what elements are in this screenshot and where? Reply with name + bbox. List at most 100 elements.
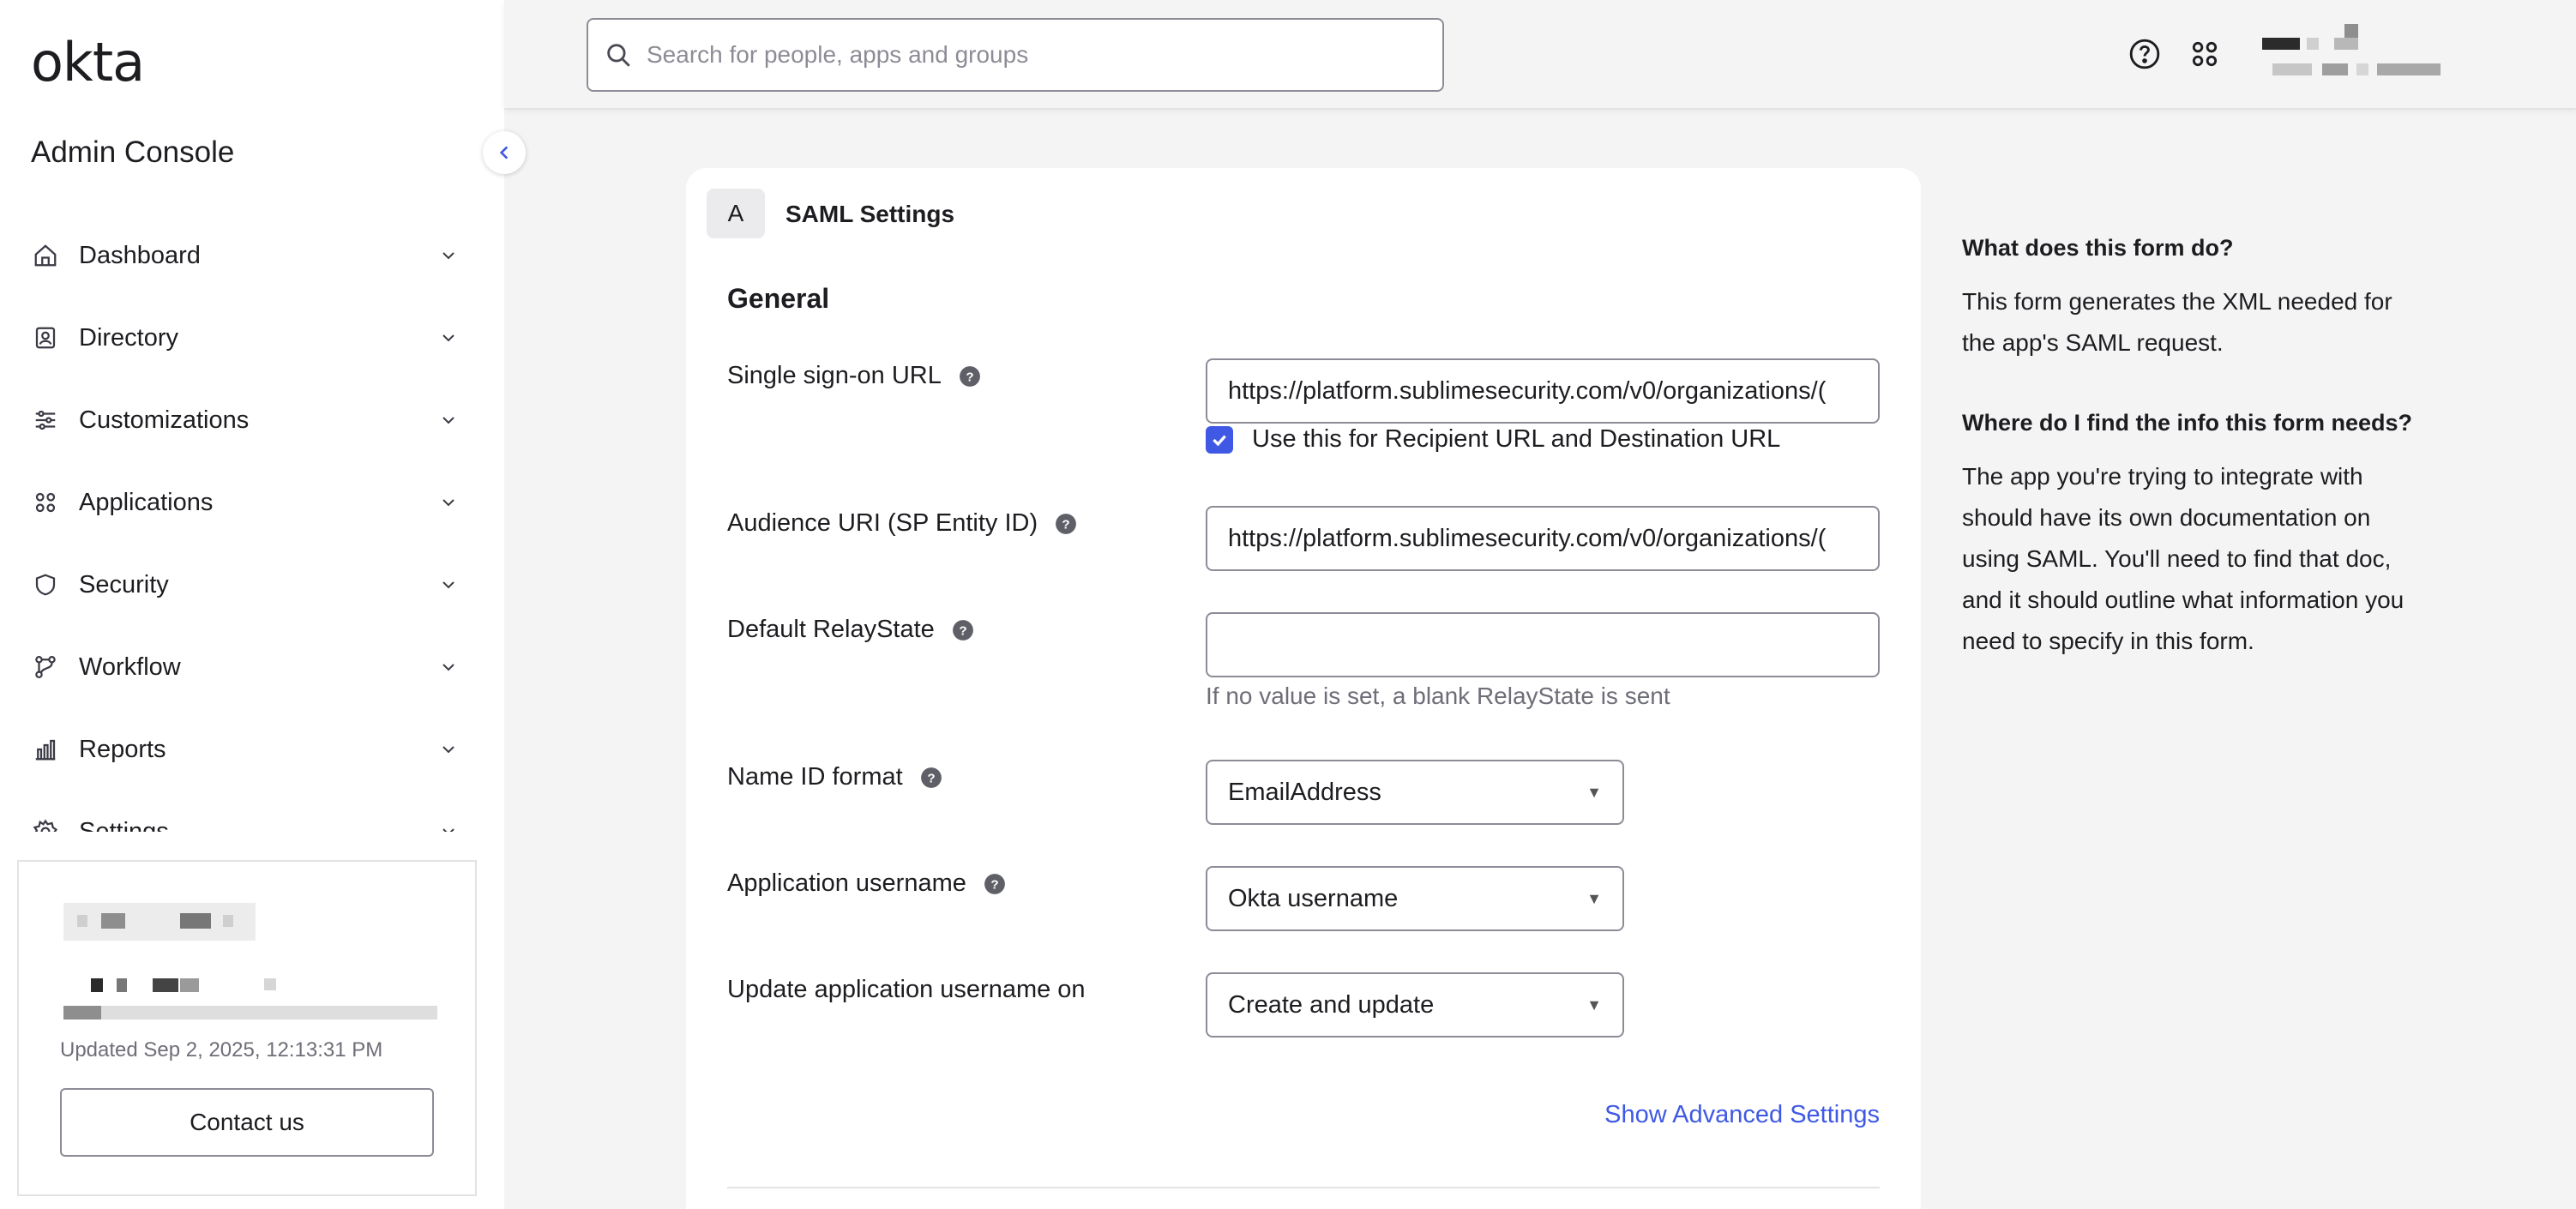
bar-chart-icon (31, 735, 60, 764)
sso-url-label-text: Single sign-on URL (727, 362, 942, 389)
update-username-on-value: Create and update (1228, 990, 1435, 1019)
help-aside: What does this form do? This form genera… (1962, 232, 2425, 662)
sidebar-item-reports[interactable]: Reports (0, 708, 504, 791)
app-username-select[interactable]: Okta username ▼ (1206, 866, 1624, 931)
help-question-1: What does this form do? (1962, 235, 2234, 261)
gear-icon (31, 817, 60, 832)
help-question-2: Where do I find the info this form needs… (1962, 410, 2412, 436)
chevron-down-icon (437, 656, 460, 678)
console-title: Admin Console (31, 135, 235, 169)
name-id-format-select[interactable]: EmailAddress ▼ (1206, 760, 1624, 825)
audience-uri-label: Audience URI (SP Entity ID) ? (727, 509, 1077, 538)
contact-us-button[interactable]: Contact us (60, 1088, 434, 1157)
sidebar-item-label: Applications (79, 488, 214, 516)
step-badge: A (707, 189, 765, 238)
sidebar-item-security[interactable]: Security (0, 544, 504, 626)
app-username-value: Okta username (1228, 884, 1399, 912)
search-input[interactable] (647, 41, 1418, 69)
svg-text:?: ? (1062, 517, 1069, 532)
applications-icon (31, 488, 60, 517)
redacted-license-usage (63, 978, 295, 994)
step-title: SAML Settings (785, 201, 955, 227)
recipient-url-checkbox-label: Use this for Recipient URL and Destinati… (1252, 425, 1781, 453)
help-tooltip-icon[interactable]: ? (1055, 513, 1077, 535)
sidebar-item-customizations[interactable]: Customizations (0, 379, 504, 461)
sidebar-item-label: Settings (79, 817, 169, 833)
license-panel: Updated Sep 2, 2025, 12:13:31 PM Contact… (17, 860, 477, 1196)
directory-icon (31, 323, 60, 352)
update-username-on-label: Update application username on (727, 976, 1086, 1004)
license-progress-bar (63, 1006, 437, 1020)
okta-logo[interactable]: okta (31, 31, 145, 93)
sidebar-nav: Dashboard Directory Customizations Appli… (0, 214, 504, 832)
section-title: General (727, 283, 830, 314)
relay-state-label-text: Default RelayState (727, 616, 935, 643)
help-answer-1: This form generates the XML needed for t… (1962, 288, 2392, 356)
help-tooltip-icon[interactable]: ? (984, 873, 1006, 895)
app-username-label-text: Application username (727, 869, 966, 897)
user-menu[interactable] (2262, 24, 2451, 84)
sidebar-item-label: Security (79, 570, 169, 598)
redacted-org-name (63, 903, 256, 941)
caret-down-icon: ▼ (1586, 995, 1602, 1014)
recipient-url-checkbox-row[interactable]: Use this for Recipient URL and Destinati… (1206, 425, 1780, 454)
help-answer-2: The app you're trying to integrate with … (1962, 463, 2404, 654)
sidebar: okta Admin Console Dashboard Directory C… (0, 0, 504, 1209)
sidebar-item-label: Reports (79, 735, 166, 763)
sso-url-input[interactable]: https://platform.sublimesecurity.com/v0/… (1206, 358, 1880, 424)
sidebar-item-workflow[interactable]: Workflow (0, 626, 504, 708)
search-icon (607, 44, 630, 67)
relay-state-input[interactable] (1206, 612, 1880, 677)
sso-url-label: Single sign-on URL ? (727, 362, 981, 390)
name-id-format-label: Name ID format ? (727, 763, 942, 791)
audience-uri-label-text: Audience URI (SP Entity ID) (727, 509, 1038, 537)
chevron-down-icon (437, 491, 460, 514)
help-icon[interactable] (2128, 38, 2161, 70)
help-tooltip-icon[interactable]: ? (959, 365, 981, 388)
home-icon (31, 241, 60, 270)
svg-text:?: ? (990, 877, 998, 892)
svg-text:?: ? (927, 771, 935, 785)
chevron-down-icon (437, 738, 460, 761)
caret-down-icon: ▼ (1586, 783, 1602, 801)
update-username-on-label-text: Update application username on (727, 976, 1086, 1003)
caret-down-icon: ▼ (1586, 889, 1602, 907)
relay-state-label: Default RelayState ? (727, 616, 974, 644)
sidebar-item-label: Customizations (79, 406, 250, 434)
audience-uri-input[interactable]: https://platform.sublimesecurity.com/v0/… (1206, 506, 1880, 571)
top-header (504, 0, 2576, 110)
divider (727, 1187, 1880, 1188)
sidebar-item-directory[interactable]: Directory (0, 297, 504, 379)
chevron-down-icon (437, 244, 460, 267)
workflow-icon (31, 653, 60, 682)
svg-text:?: ? (959, 623, 966, 638)
saml-settings-card: A SAML Settings General Single sign-on U… (686, 168, 1921, 1209)
show-advanced-settings-link[interactable]: Show Advanced Settings (1604, 1101, 1880, 1129)
sidebar-item-settings[interactable]: Settings (0, 791, 504, 832)
relay-state-hint: If no value is set, a blank RelayState i… (1206, 683, 1670, 709)
name-id-format-value: EmailAddress (1228, 778, 1381, 806)
help-tooltip-icon[interactable]: ? (952, 619, 974, 641)
checkmark-icon (1213, 435, 1226, 446)
chevron-down-icon (437, 409, 460, 431)
chevron-down-icon (437, 327, 460, 349)
svg-text:?: ? (966, 370, 973, 384)
collapse-sidebar-button[interactable] (483, 131, 526, 174)
global-search[interactable] (587, 18, 1444, 92)
update-username-on-select[interactable]: Create and update ▼ (1206, 972, 1624, 1038)
license-updated-text: Updated Sep 2, 2025, 12:13:31 PM (60, 1038, 383, 1062)
app-switcher-icon[interactable] (2188, 38, 2221, 70)
sidebar-item-applications[interactable]: Applications (0, 461, 504, 544)
recipient-url-checkbox[interactable] (1206, 425, 1233, 454)
help-tooltip-icon[interactable]: ? (920, 767, 942, 789)
name-id-format-label-text: Name ID format (727, 763, 903, 791)
sidebar-item-label: Dashboard (79, 241, 201, 269)
chevron-left-icon (499, 146, 509, 159)
shield-icon (31, 570, 60, 599)
sidebar-item-label: Directory (79, 323, 179, 352)
chevron-down-icon (437, 574, 460, 596)
sidebar-item-dashboard[interactable]: Dashboard (0, 214, 504, 297)
sidebar-item-label: Workflow (79, 653, 181, 681)
sliders-icon (31, 406, 60, 435)
chevron-down-icon (437, 821, 460, 832)
